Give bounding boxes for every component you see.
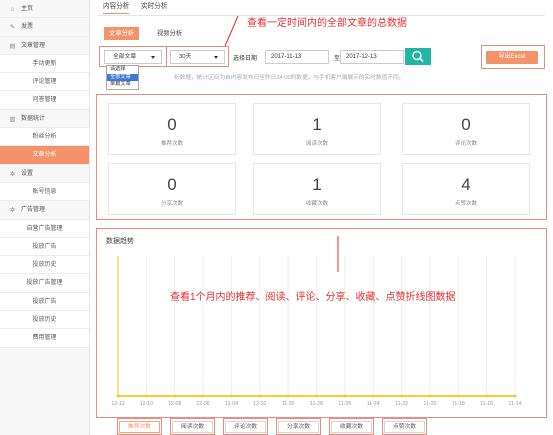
stat-label: 点赞次数 (454, 201, 477, 207)
article-dropdown[interactable]: 请选择 全部文章 单篇文章 (106, 65, 139, 90)
stat-value: 4 (461, 175, 471, 194)
x-tick-label: 11-18 (452, 401, 465, 407)
x-tick-label: 11-24 (367, 401, 380, 407)
article-select-value: 全部文章 (113, 54, 137, 60)
data-point (400, 394, 403, 398)
period-select-value: 30天 (179, 54, 192, 60)
stat-value: 0 (167, 175, 177, 194)
chevron-down-icon (151, 56, 155, 59)
period-select[interactable]: 30天 (170, 50, 225, 64)
stat-label: 分享次数 (160, 201, 183, 207)
stat-card: 1 收藏次数 (253, 163, 381, 215)
data-point (116, 394, 120, 398)
date-label: 选择日期 (233, 56, 258, 62)
annotation-chart-text: 查看1个月内的推荐、阅读、评论、分享、收藏、点赞折线图数据 (170, 292, 456, 303)
data-point (201, 394, 205, 398)
data-point (258, 394, 262, 398)
dropdown-option[interactable]: 请选择 (107, 66, 138, 74)
x-tick-label: 11-28 (310, 401, 323, 407)
data-point (286, 394, 290, 398)
search-button[interactable] (405, 48, 431, 65)
x-tick-label: 12-12 (111, 401, 124, 407)
legend-button[interactable]: 收藏次数 (331, 421, 372, 433)
x-tick-label: 12-04 (225, 401, 238, 407)
search-icon (412, 50, 424, 63)
data-point (456, 394, 460, 398)
data-point (173, 394, 177, 398)
stat-card: 4 点赞次数 (402, 163, 530, 215)
x-tick-label: 11-22 (395, 401, 408, 407)
start-date-field[interactable]: 2017-11-13 (265, 50, 329, 64)
dropdown-option[interactable]: 全部文章 (107, 73, 138, 81)
x-tick-label: 12-08 (168, 401, 181, 407)
data-point (428, 394, 432, 398)
legend-button[interactable]: 评论次数 (225, 421, 266, 433)
stat-label: 推荐次数 (160, 141, 183, 147)
data-point (371, 394, 375, 398)
data-point (230, 394, 233, 398)
stat-card: 0 推荐次数 (108, 103, 236, 155)
end-date-field[interactable]: 2017-12-13 (340, 50, 404, 64)
stat-card: 0 分享次数 (108, 163, 236, 215)
x-tick-label: 11-26 (338, 401, 351, 407)
legend-button[interactable]: 推荐次数 (119, 421, 160, 433)
x-tick-label: 12-06 (196, 401, 209, 407)
legend-button[interactable]: 分享次数 (278, 421, 319, 433)
stat-label: 阅读次数 (305, 141, 328, 147)
stats-note: 析数据，统计区间为自内容发布日至昨日24:00的数据，与手机客户端展示的实时数值… (174, 75, 405, 81)
stat-card: 1 阅读次数 (253, 103, 381, 155)
annotation-top-text: 查看一定时间内的全部文章的总数据 (247, 18, 407, 29)
stat-value: 0 (461, 115, 471, 134)
chevron-down-icon (214, 56, 218, 59)
dropdown-option[interactable]: 单篇文章 (107, 81, 138, 89)
stat-label: 评论次数 (454, 141, 477, 147)
legend-button[interactable]: 点赞次数 (384, 421, 425, 433)
stat-card: 0 评论次数 (402, 103, 530, 155)
trend-title: 数据趋势 (106, 238, 134, 245)
stat-label: 收藏次数 (305, 201, 328, 207)
x-tick-label: 12-02 (253, 401, 266, 407)
x-tick-label: 11-16 (480, 401, 493, 407)
stat-value: 1 (312, 115, 322, 134)
data-point (144, 394, 148, 398)
data-point (343, 394, 347, 398)
x-tick-label: 12-10 (140, 401, 153, 407)
data-point (315, 394, 318, 398)
stat-value: 1 (312, 175, 322, 194)
trend-line-chart: 12-12 12-10 12-08 12-06 12-04 12-02 11-30 11-28… (111, 256, 522, 407)
x-tick-label: 11-14 (509, 401, 522, 407)
legend-button[interactable]: 阅读次数 (172, 421, 213, 433)
data-point (485, 394, 489, 398)
data-point (513, 394, 517, 398)
article-select[interactable]: 全部文章 (104, 50, 162, 64)
stat-value: 0 (167, 115, 177, 134)
x-tick-label: 11-20 (423, 401, 436, 407)
export-excel-button[interactable]: 导出Excel (486, 51, 538, 64)
x-tick-label: 11-30 (282, 401, 295, 407)
